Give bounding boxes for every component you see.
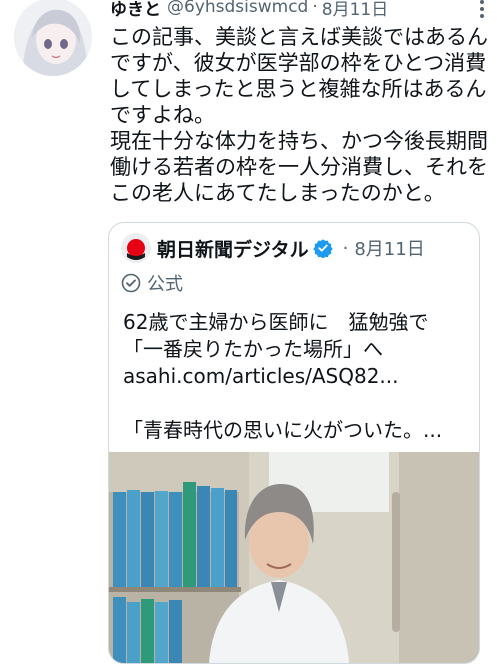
quote-line: 62歳で主婦から医師に 猛勉強で [123, 310, 429, 334]
quote-body: 62歳で主婦から医師に 猛勉強で 「一番戻りたかった場所」へ asahi.com… [123, 309, 469, 444]
quote-header: 朝日新聞デジタル · 8月11日 [121, 233, 425, 263]
quote-separator: · [342, 237, 349, 259]
tweet-line: ですよね。 [110, 103, 215, 127]
quote-line: 「一番戻りたかった場所」へ [123, 337, 383, 361]
tweet-line: ですが、彼女が医学部の枠をひとつ消費 [110, 51, 487, 75]
quote-line: 「青春時代の思いに火がついた。... [123, 418, 443, 442]
separator-dot: · [312, 0, 318, 17]
quote-tweet-card[interactable]: 朝日新聞デジタル · 8月11日 公式 62歳で主婦から医師に 猛勉強で 「一番… [108, 222, 480, 664]
asahi-logo-icon[interactable] [121, 233, 151, 263]
author-handle[interactable]: @6yhsdsisw​mcd [167, 0, 308, 17]
official-label: 公式 [147, 274, 183, 295]
quote-link[interactable]: asahi.com/articles/ASQ82... [123, 363, 469, 390]
tweet-header: ゆきと @6yhsdsisw​mcd · 8月11日 [110, 0, 483, 20]
tweet-line: してしまったと思うと複雑な所はあるん [110, 77, 487, 101]
tweet-line: この老人にあてたしまったのかと。 [110, 181, 445, 205]
tweet-line: この記事、美談と言えば美談ではあるん [110, 25, 488, 49]
more-options-icon[interactable] [479, 0, 485, 18]
verified-badge-icon [312, 239, 333, 258]
quote-line [123, 390, 469, 417]
tweet-line: 働ける若者の枠を一人分消費し、それを [110, 155, 488, 179]
official-check-icon [121, 273, 141, 293]
official-badge: 公式 [121, 270, 183, 296]
quote-author-name[interactable]: 朝日新聞デジタル [157, 235, 309, 262]
tweet-body: この記事、美談と言えば美談ではあるん ですが、彼女が医学部の枠をひとつ消費 して… [110, 24, 490, 206]
user-avatar-icon[interactable] [14, 0, 92, 76]
quote-date[interactable]: 8月11日 [354, 235, 424, 261]
tweet-date[interactable]: 8月11日 [322, 0, 388, 20]
article-photo[interactable] [109, 452, 479, 663]
tweet-line: 現在十分な体力を持ち、かつ今後長期間 [110, 129, 488, 153]
author-name[interactable]: ゆきと [110, 0, 161, 20]
